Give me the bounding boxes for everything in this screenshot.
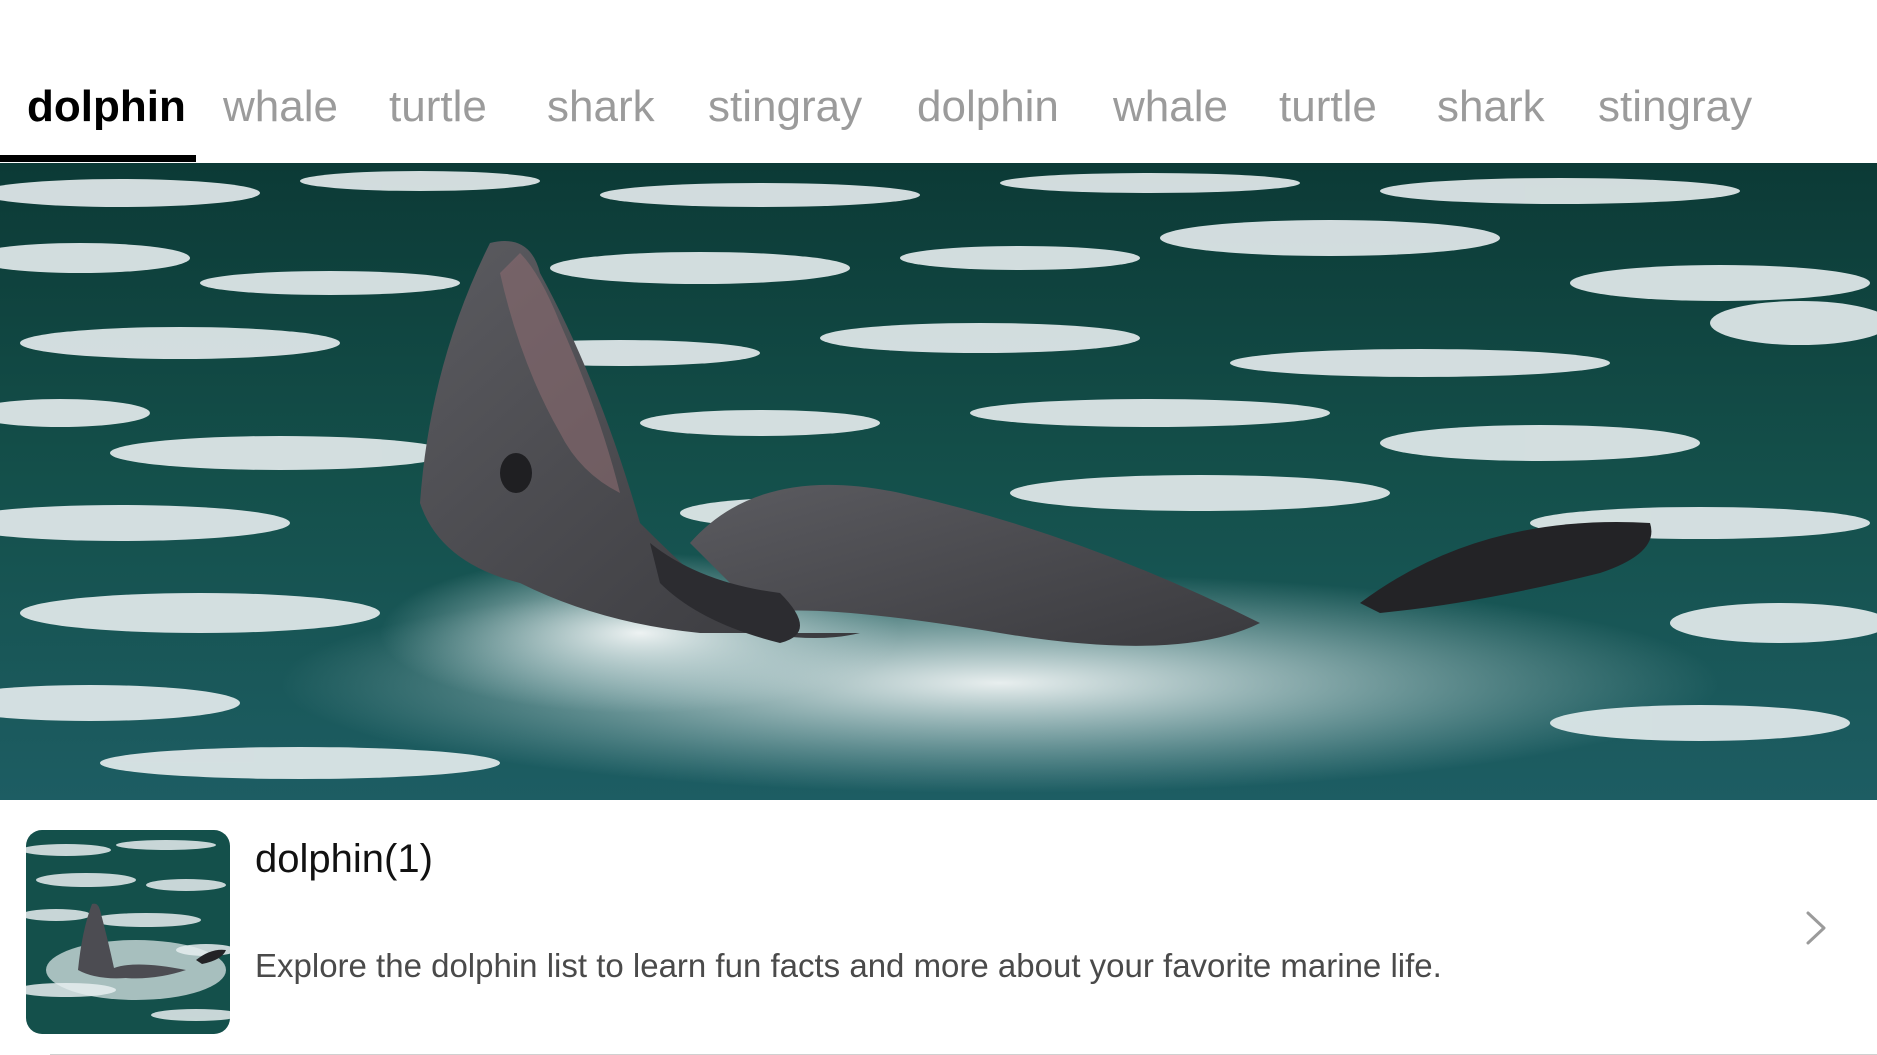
tab-dolphin[interactable]: dolphin xyxy=(27,82,186,132)
tab-dolphin[interactable]: dolphin xyxy=(917,82,1059,132)
active-tab-indicator xyxy=(0,155,196,162)
tab-shark[interactable]: shark xyxy=(1437,82,1545,132)
tab-shark[interactable]: shark xyxy=(547,82,655,132)
list-item[interactable]: dolphin(1) Explore the dolphin list to l… xyxy=(0,800,1877,1055)
tab-turtle[interactable]: turtle xyxy=(389,82,487,132)
tab-stingray[interactable]: stingray xyxy=(708,82,862,132)
dolphin-thumbnail xyxy=(26,830,230,1034)
chevron-right-icon[interactable] xyxy=(1796,903,1836,953)
dolphin-hero-image xyxy=(0,163,1877,800)
item-description: Explore the dolphin list to learn fun fa… xyxy=(255,947,1442,984)
category-tab-bar: dolphin whale turtle shark stingray dolp… xyxy=(0,0,1877,163)
tab-turtle[interactable]: turtle xyxy=(1279,82,1377,132)
tab-stingray[interactable]: stingray xyxy=(1598,82,1752,132)
tab-whale[interactable]: whale xyxy=(1113,82,1228,132)
tab-whale[interactable]: whale xyxy=(223,82,338,132)
item-title: dolphin(1) xyxy=(255,837,433,881)
